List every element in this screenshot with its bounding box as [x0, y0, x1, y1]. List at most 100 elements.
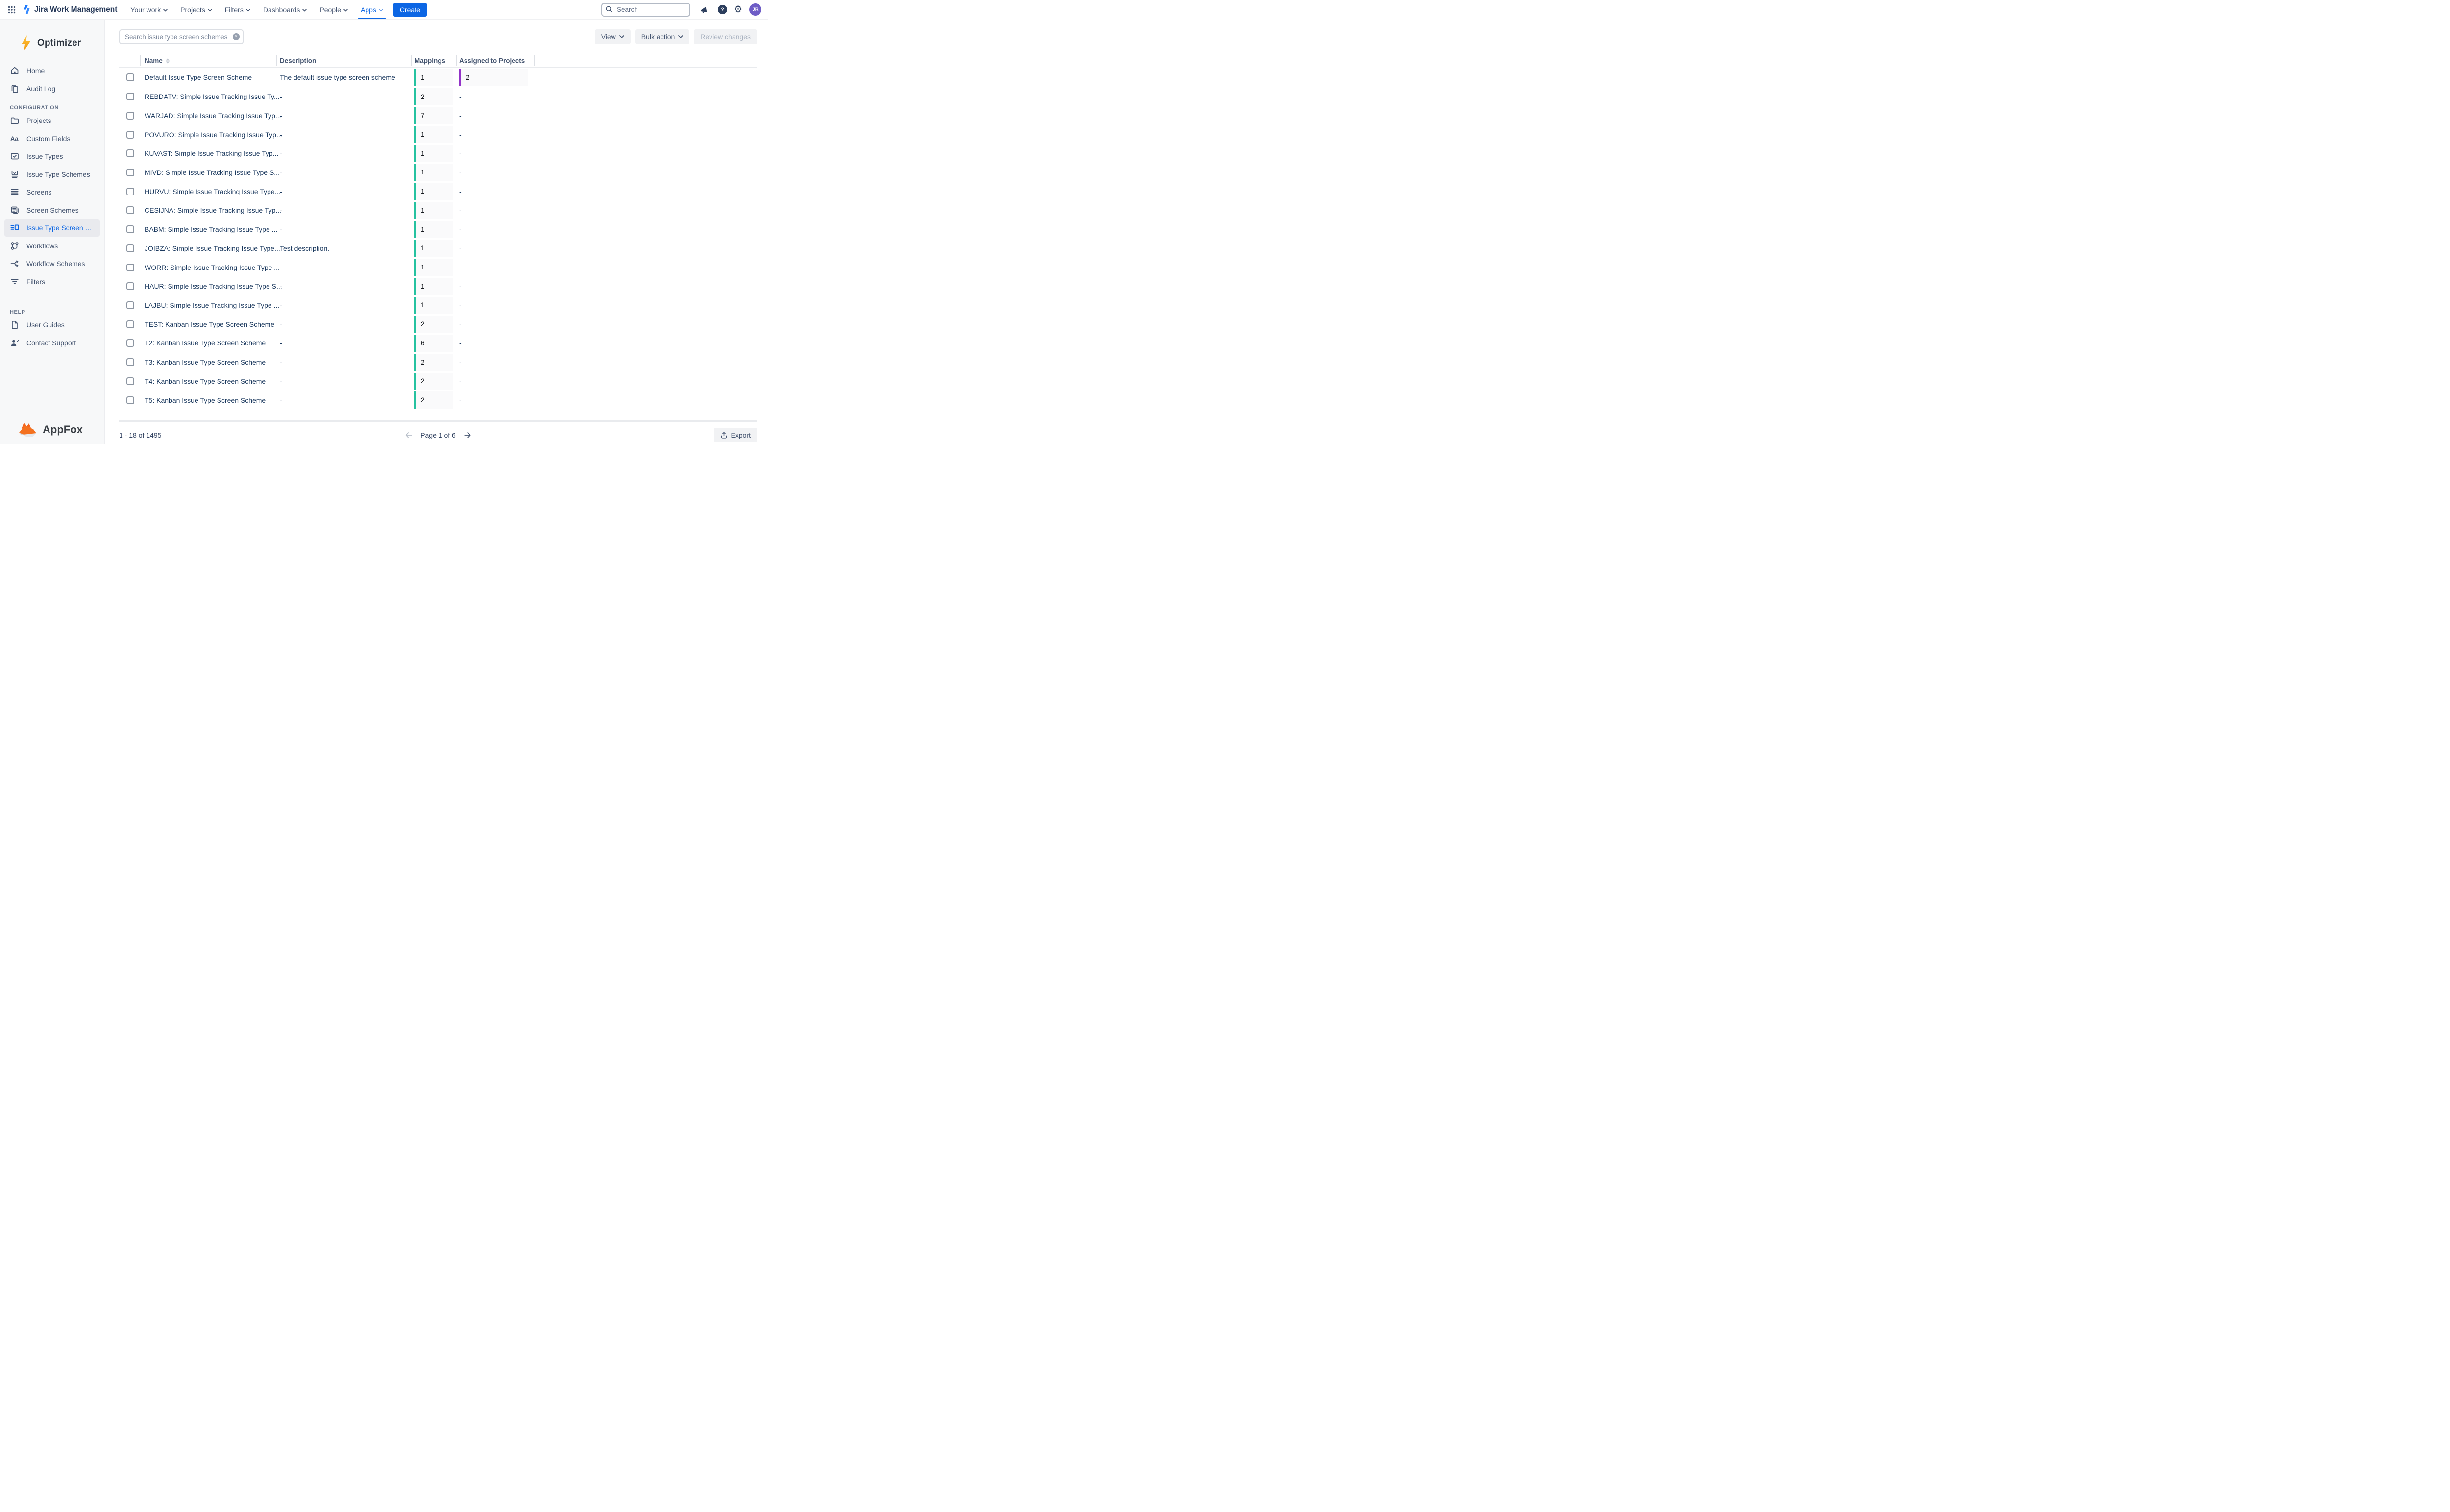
workflow-nodes-icon [10, 241, 20, 251]
table-row[interactable]: HAUR: Simple Issue Tracking Issue Type S… [119, 277, 757, 296]
sidebar-item-user-guides[interactable]: User Guides [4, 316, 100, 334]
nav-your-work[interactable]: Your work [124, 0, 174, 19]
assigned-cell-value: 2 [461, 74, 470, 81]
view-button[interactable]: View [595, 29, 631, 44]
scheme-search-input[interactable] [119, 29, 244, 44]
row-checkbox[interactable] [126, 244, 134, 252]
table-row[interactable]: POVURO: Simple Issue Tracking Issue Typ.… [119, 125, 757, 144]
row-description: - [280, 225, 282, 233]
table-row[interactable]: MIVD: Simple Issue Tracking Issue Type S… [119, 163, 757, 182]
assigned-cell: - [459, 206, 462, 214]
row-description: - [280, 131, 282, 139]
bulk-action-button[interactable]: Bulk action [635, 29, 689, 44]
sidebar-item-custom-fields[interactable]: Aa Custom Fields [4, 130, 100, 148]
column-header-assigned: Assigned to Projects [459, 57, 525, 65]
table-row[interactable]: CESIJNA: Simple Issue Tracking Issue Typ… [119, 201, 757, 220]
nav-people[interactable]: People [313, 0, 354, 19]
table-row[interactable]: T2: Kanban Issue Type Screen Scheme - 6 … [119, 334, 757, 353]
table-row[interactable]: T5: Kanban Issue Type Screen Scheme - 2 … [119, 390, 757, 410]
row-checkbox[interactable] [126, 339, 134, 347]
sidebar-item-home[interactable]: Home [4, 62, 100, 80]
settings-gear-icon[interactable]: ⚙ [734, 5, 742, 14]
row-checkbox[interactable] [126, 73, 134, 81]
table-row[interactable]: Default Issue Type Screen Scheme The def… [119, 68, 757, 87]
table-row[interactable]: WORR: Simple Issue Tracking Issue Type .… [119, 258, 757, 277]
row-checkbox[interactable] [126, 206, 134, 214]
toolbar: × View Bulk action Review changes [119, 29, 757, 44]
row-checkbox[interactable] [126, 93, 134, 100]
top-nav: Jira Work Management Your work Projects … [0, 0, 768, 20]
row-checkbox[interactable] [126, 358, 134, 366]
sidebar-item-projects[interactable]: Projects [4, 112, 100, 130]
row-checkbox[interactable] [126, 282, 134, 290]
row-checkbox[interactable] [126, 169, 134, 176]
clear-search-icon[interactable]: × [233, 33, 240, 40]
row-checkbox[interactable] [126, 131, 134, 139]
notifications-button[interactable] [697, 3, 711, 17]
row-checkbox[interactable] [126, 377, 134, 385]
row-name: BABM: Simple Issue Tracking Issue Type .… [145, 225, 277, 233]
export-upload-icon [720, 431, 728, 439]
table-row[interactable]: JOIBZA: Simple Issue Tracking Issue Type… [119, 239, 757, 258]
column-header-description: Description [280, 57, 316, 65]
assigned-cell-value: - [459, 339, 462, 347]
assigned-cell: - [459, 149, 462, 157]
row-checkbox[interactable] [126, 225, 134, 233]
row-name: Default Issue Type Screen Scheme [145, 73, 252, 81]
jira-logo-icon [23, 5, 31, 14]
jira-optimizer-app: Jira Work Management Your work Projects … [0, 0, 768, 444]
assigned-cell-value: - [459, 112, 462, 120]
column-header-name[interactable]: Name [145, 57, 170, 65]
table-row[interactable]: HURVU: Simple Issue Tracking Issue Type.… [119, 182, 757, 201]
row-description: - [280, 149, 282, 157]
row-checkbox[interactable] [126, 320, 134, 328]
export-button[interactable]: Export [714, 428, 757, 442]
user-avatar[interactable]: JR [749, 3, 761, 16]
nav-projects[interactable]: Projects [174, 0, 219, 19]
next-page-arrow-icon[interactable] [464, 432, 471, 439]
sidebar-item-contact-support[interactable]: Contact Support [4, 334, 100, 352]
sidebar-item-filters[interactable]: Filters [4, 273, 100, 291]
table-row[interactable]: KUVAST: Simple Issue Tracking Issue Typ.… [119, 144, 757, 163]
table-row[interactable]: TEST: Kanban Issue Type Screen Scheme - … [119, 315, 757, 334]
footer-divider [119, 420, 757, 422]
sidebar-section-help: HELP [10, 308, 100, 316]
row-checkbox[interactable] [126, 301, 134, 309]
assigned-cell: - [459, 244, 462, 252]
table-row[interactable]: LAJBU: Simple Issue Tracking Issue Type … [119, 296, 757, 315]
table-row[interactable]: BABM: Simple Issue Tracking Issue Type .… [119, 220, 757, 239]
sidebar-item-screens[interactable]: Screens [4, 183, 100, 201]
row-checkbox[interactable] [126, 149, 134, 157]
global-search [601, 3, 690, 17]
lines-icon [10, 187, 20, 197]
row-description: - [280, 377, 282, 385]
row-checkbox[interactable] [126, 396, 134, 404]
table-row[interactable]: T3: Kanban Issue Type Screen Scheme - 2 … [119, 353, 757, 372]
row-name: T4: Kanban Issue Type Screen Scheme [145, 377, 266, 385]
copy-pages-icon [10, 84, 20, 94]
sidebar-item-workflows[interactable]: Workflows [4, 237, 100, 255]
nav-dashboards[interactable]: Dashboards [257, 0, 314, 19]
sidebar-item-issue-type-schemes[interactable]: Issue Type Schemes [4, 166, 100, 184]
sidebar-item-workflow-schemes[interactable]: Workflow Schemes [4, 255, 100, 273]
table-row[interactable]: WARJAD: Simple Issue Tracking Issue Typ.… [119, 106, 757, 125]
assigned-cell-value: - [459, 169, 462, 176]
sidebar-item-issue-type-screen-schemes[interactable]: Issue Type Screen Sch... [4, 219, 100, 237]
search-icon [605, 5, 613, 13]
row-checkbox[interactable] [126, 112, 134, 120]
app-switcher-button[interactable] [5, 3, 19, 17]
table-row[interactable]: REBDATV: Simple Issue Tracking Issue Ty.… [119, 87, 757, 106]
sidebar-item-issue-types[interactable]: Issue Types [4, 147, 100, 166]
global-search-input[interactable] [601, 3, 690, 17]
row-checkbox[interactable] [126, 264, 134, 271]
create-button[interactable]: Create [393, 3, 427, 17]
help-icon[interactable]: ? [718, 5, 727, 14]
sidebar-item-screen-schemes[interactable]: Screen Schemes [4, 201, 100, 219]
chevron-down-icon [343, 9, 348, 12]
nav-apps[interactable]: Apps [354, 0, 390, 19]
product-brand[interactable]: Jira Work Management [23, 5, 117, 14]
nav-filters[interactable]: Filters [219, 0, 257, 19]
row-checkbox[interactable] [126, 188, 134, 195]
table-row[interactable]: T4: Kanban Issue Type Screen Scheme - 2 … [119, 372, 757, 391]
sidebar-item-audit-log[interactable]: Audit Log [4, 80, 100, 98]
